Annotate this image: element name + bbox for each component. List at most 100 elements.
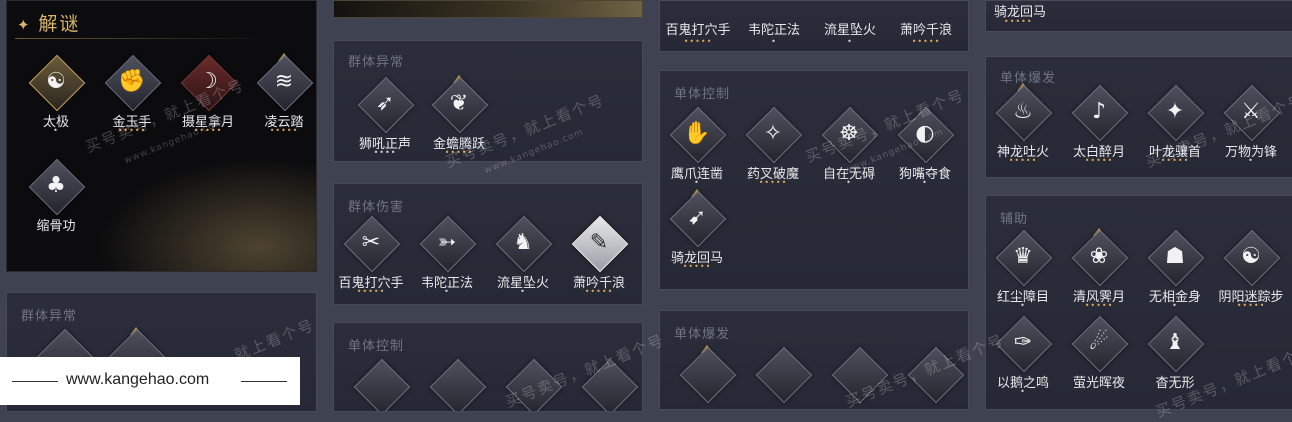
skill-col4-burst-3[interactable]: ⚔ 万物为锋 • — [1214, 84, 1288, 165]
skill-icon: ⚔ — [1241, 99, 1261, 124]
skill-col2-dmg-0[interactable]: ✂ 百鬼打穴手 ••••• — [334, 215, 408, 296]
skill-level-dots: • — [520, 287, 526, 296]
skill-icon: ♛ — [1013, 244, 1033, 269]
skill-level-dots: ••••• — [682, 262, 712, 271]
col4-single-burst-panel: 单体爆发 ♨ 神龙吐火 ••••• ♪ 太白醉月 ••••• ✦ 叶龙骧首 ••••• ⚔ 万物为锋… — [985, 56, 1292, 178]
col4-top-skill-dots: ••••• — [1004, 17, 1033, 26]
skill-level-dots: ••••• — [1084, 301, 1114, 310]
skill-col4-assist-5[interactable]: ☄ 萤光晖夜 — [1062, 315, 1136, 396]
skill-col4-assist-1[interactable]: ❀ 清风霁月 ••••• — [1062, 228, 1136, 310]
skill-level-dots: ••••• — [117, 126, 147, 135]
col3-single-burst-panel: 单体爆发 — [659, 310, 969, 410]
skill-col3-ctrl-0[interactable]: ✋ 鹰爪连凿 • — [660, 106, 734, 187]
col3-single-control-panel: 单体控制 ✋ 鹰爪连凿 • ✧ 药叉破魔 ••••• ☸ 自在无碍 • ◐ 狗嘴夺食 • ➹ 骑龙回马 ••… — [659, 70, 969, 290]
skill-level-dots: ••••• — [1008, 156, 1038, 165]
skill-col4-burst-0[interactable]: ♨ 神龙吐火 ••••• — [986, 83, 1060, 165]
col3-top-skill-name[interactable]: 百鬼打穴手 — [660, 19, 736, 38]
skill-puzzle-skills-2[interactable]: ☽ 摄星拿月 ••••• — [171, 54, 245, 135]
skill-icon: ☯ — [1241, 244, 1261, 269]
skill-icon: ❀ — [1089, 244, 1109, 269]
skill-col4-assist-2[interactable]: ☗ 无相金身 • — [1138, 229, 1212, 310]
skill-partial[interactable] — [898, 346, 968, 409]
skill-col4-assist-3[interactable]: ☯ 阴阳迷踪步 ••••• — [1214, 229, 1288, 310]
skill-icon: ✑ — [1013, 330, 1033, 355]
skill-icon: ➹ — [687, 205, 707, 230]
skill-level-dots: • — [922, 178, 928, 187]
site-url[interactable]: www.kangehao.com — [66, 371, 209, 389]
col3-single-control-title: 单体控制 — [674, 87, 731, 102]
skill-level-dots: • — [1248, 156, 1254, 165]
skill-col4-assist-6[interactable]: ♝ 杳无形 — [1138, 315, 1212, 396]
skill-col3-ctrl-4[interactable]: ➹ 骑龙回马 ••••• — [660, 189, 734, 271]
col3-single-burst-title: 单体爆发 — [674, 327, 731, 342]
skill-puzzle-skills-4[interactable]: ♣ 缩骨功 — [19, 158, 93, 239]
skill-partial[interactable] — [822, 346, 896, 409]
skill-puzzle-skills-0[interactable]: ☯ 太极 • — [19, 54, 93, 135]
col2-group-damage-panel: 群体伤害 ✂ 百鬼打穴手 ••••• ➳ 韦陀正法 • ♞ 流星坠火 • ✎ 萧吟千浪 ••••• — [333, 183, 643, 305]
skill-level-dots: • — [1020, 387, 1026, 396]
skill-puzzle-skills-1[interactable]: ✊ 金玉手 ••••• — [95, 54, 169, 135]
skill-level-dots: ••••• — [193, 126, 223, 135]
col3-top-skill-name[interactable]: 萧吟千浪 — [888, 19, 964, 38]
skill-col3-ctrl-1[interactable]: ✧ 药叉破魔 ••••• — [736, 106, 810, 187]
col3-top-skill-dots: • — [771, 37, 777, 46]
skill-level-dots: ••••• — [356, 287, 386, 296]
skill-col2-dmg-1[interactable]: ➳ 韦陀正法 • — [410, 215, 484, 296]
skill-col2-abn-0[interactable]: ➶ 狮吼正声 •••• — [348, 76, 422, 157]
skill-level-dots: • — [1020, 301, 1026, 310]
left-lower-panel-title: 群体异常 — [21, 309, 78, 324]
skill-level-dots: •••• — [373, 148, 397, 157]
skill-partial[interactable] — [670, 345, 744, 409]
skill-icon: ☄ — [1089, 330, 1109, 355]
col3-top-skill-dots: ••••• — [683, 37, 713, 46]
col3-top-skill-dots: • — [847, 37, 853, 46]
col2-group-abnormal-title: 群体异常 — [348, 55, 405, 70]
skill-level-dots: • — [694, 178, 700, 187]
title-divider — [15, 38, 276, 39]
col2-single-control-title: 单体控制 — [348, 339, 405, 354]
col3-top-panel: 百鬼打穴手 ••••• 韦陀正法 • 流星坠火 • 萧吟千浪 ••••• — [659, 0, 969, 52]
skill-col2-dmg-3[interactable]: ✎ 萧吟千浪 ••••• — [562, 215, 636, 296]
skill-icon: ◐ — [915, 121, 935, 146]
col3-top-skill-name[interactable]: 韦陀正法 — [736, 19, 812, 38]
divider-left — [12, 381, 58, 382]
divider-right — [241, 381, 287, 382]
skill-icon: ✦ — [1165, 99, 1185, 124]
col3-top-skill-name[interactable]: 流星坠火 — [812, 19, 888, 38]
top-banner-strip — [333, 0, 643, 18]
skill-level-dots: ••••• — [1160, 156, 1190, 165]
skill-icon: ✎ — [589, 230, 609, 255]
skill-col3-ctrl-2[interactable]: ☸ 自在无碍 • — [812, 106, 886, 187]
skill-level-dots: ••••• — [584, 287, 614, 296]
skill-name: 缩骨功 — [36, 219, 76, 234]
puzzle-panel-title: 解谜 — [17, 9, 80, 36]
skill-icon: ♞ — [513, 230, 533, 255]
skill-level-dots: • — [53, 126, 59, 135]
skill-icon: ☯ — [46, 69, 66, 94]
skill-icon: ♣ — [46, 173, 66, 198]
col2-single-control-panel: 单体控制 — [333, 322, 643, 412]
skill-col4-burst-2[interactable]: ✦ 叶龙骧首 ••••• — [1138, 84, 1212, 165]
skill-icon: ✂ — [361, 230, 381, 255]
skill-icon: ➶ — [375, 91, 395, 116]
skill-col4-assist-0[interactable]: ♛ 红尘障目 • — [986, 229, 1060, 310]
skill-icon: ❦ — [449, 91, 469, 116]
skill-partial[interactable] — [746, 346, 820, 409]
skill-col3-ctrl-3[interactable]: ◐ 狗嘴夺食 • — [888, 106, 962, 187]
skill-col2-dmg-2[interactable]: ♞ 流星坠火 • — [486, 215, 560, 296]
col4-assist-panel: 辅助 ♛ 红尘障目 • ❀ 清风霁月 ••••• ☗ 无相金身 • ☯ 阴阳迷踪步 ••••• ✑ 以鹅之… — [985, 195, 1292, 410]
skill-icon: ✋ — [683, 121, 711, 146]
site-url-bar: www.kangehao.com — [0, 357, 300, 405]
skill-level-dots: • — [1172, 301, 1178, 310]
skill-level-dots: • — [444, 287, 450, 296]
skill-col2-abn-1[interactable]: ❦ 金蟾腾跃 ••••• — [422, 75, 496, 157]
puzzle-panel: 解谜 ☯太极•✊金玉手•••••☽摄星拿月•••••≋凌云踏••••• ♣ 缩骨功 — [6, 0, 317, 272]
skill-col4-assist-4[interactable]: ✑ 以鹅之鸣 • — [986, 315, 1060, 396]
skill-icon: ☗ — [1165, 244, 1185, 269]
col2-group-damage-title: 群体伤害 — [348, 200, 405, 215]
skill-puzzle-skills-3[interactable]: ≋ 凌云踏 ••••• — [247, 53, 316, 135]
col3-top-skill-dots: ••••• — [911, 37, 941, 46]
skill-icon: ♝ — [1165, 330, 1185, 355]
col4-top-panel: 骑龙回马 ••••• — [985, 0, 1292, 32]
skill-col4-burst-1[interactable]: ♪ 太白醉月 ••••• — [1062, 84, 1136, 165]
